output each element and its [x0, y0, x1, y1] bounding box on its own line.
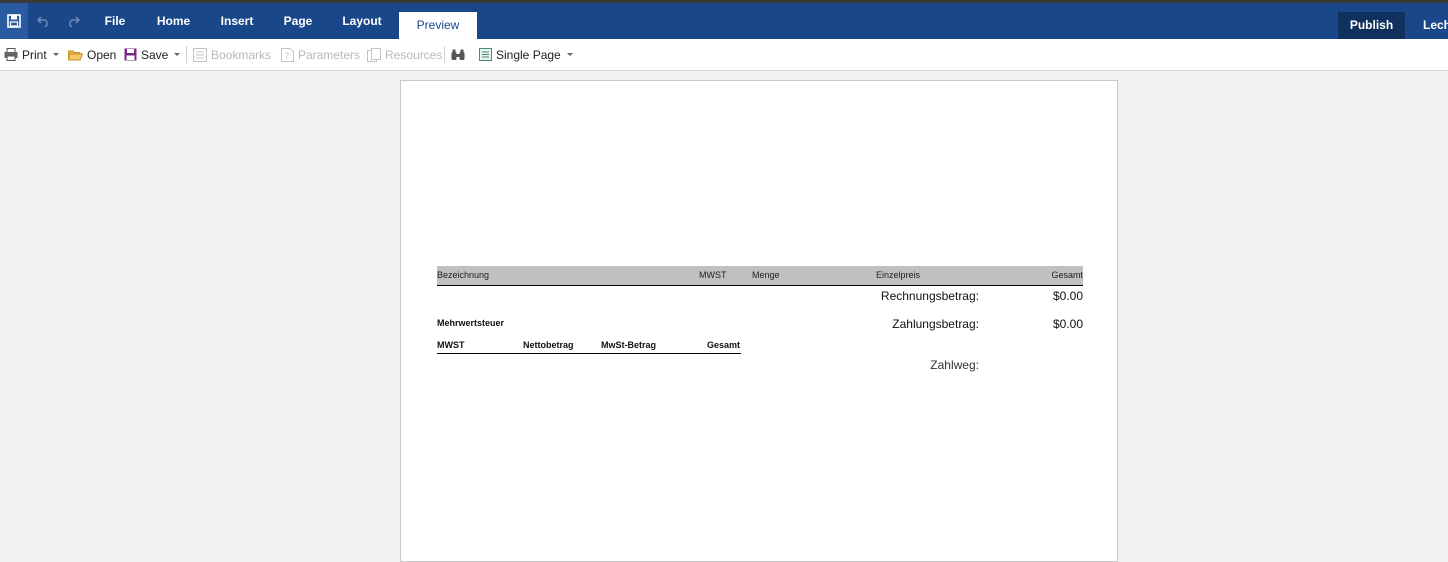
redo-icon[interactable]	[63, 3, 83, 39]
tab-insert[interactable]: Insert	[214, 3, 260, 39]
toolbar-separator	[186, 46, 187, 63]
folder-icon	[68, 50, 83, 60]
svg-text:?: ?	[285, 52, 290, 62]
publish-button[interactable]: Publish	[1338, 12, 1405, 39]
resources-button[interactable]: Resources	[367, 39, 442, 70]
open-button[interactable]: Open	[68, 39, 116, 70]
bookmarks-button[interactable]: Bookmarks	[193, 39, 271, 70]
undo-icon[interactable]	[34, 3, 54, 39]
single-page-icon	[479, 48, 492, 61]
print-button[interactable]: Print	[4, 39, 59, 70]
tab-page[interactable]: Page	[278, 3, 318, 39]
tab-preview[interactable]: Preview	[399, 12, 477, 39]
resources-icon	[367, 47, 381, 62]
vat-section-title: Mehrwertsteuer	[437, 318, 505, 328]
zahlungsbetrag-value: $0.00	[1052, 317, 1083, 331]
tab-layout[interactable]: Layout	[337, 3, 387, 39]
view-mode-dropdown[interactable]: Single Page	[479, 39, 573, 70]
find-button[interactable]	[451, 39, 469, 70]
vat-column-netto: Nettobetrag	[523, 340, 574, 350]
bookmarks-label: Bookmarks	[211, 47, 272, 62]
vat-column-gesamt: Gesamt	[707, 340, 741, 350]
column-bezeichnung: Bezeichnung	[437, 270, 490, 280]
parameters-label: Parameters	[298, 47, 361, 62]
rechnungsbetrag-value: $0.00	[1052, 289, 1083, 303]
save-button[interactable]: Save	[124, 39, 181, 70]
vat-header-rule	[437, 353, 741, 354]
tab-file[interactable]: File	[96, 3, 134, 39]
column-einzelpreis: Einzelpreis	[876, 270, 921, 280]
floppy-icon	[124, 48, 137, 61]
vat-column-mwst-betrag: MwSt-Betrag	[601, 340, 657, 350]
parameters-button[interactable]: ? Parameters	[281, 39, 360, 70]
zahlungsbetrag-label: Zahlungsbetrag:	[892, 317, 979, 331]
parameters-icon: ?	[281, 47, 294, 62]
tab-home[interactable]: Home	[151, 3, 196, 39]
chevron-down-icon	[174, 53, 181, 56]
ribbon-bar: File Home Insert Page Layout Preview Pub…	[0, 3, 1448, 39]
vat-column-mwst: MWST	[437, 340, 465, 350]
rechnungsbetrag-label: Rechnungsbetrag:	[880, 289, 979, 303]
column-menge: Menge	[752, 270, 780, 280]
open-label: Open	[87, 47, 117, 62]
user-menu[interactable]: Lech	[1423, 12, 1448, 39]
column-mwst: MWST	[699, 270, 727, 280]
chevron-down-icon	[52, 53, 59, 56]
printer-icon	[4, 48, 18, 61]
save-icon[interactable]	[0, 3, 28, 39]
binoculars-icon	[451, 49, 465, 60]
bookmarks-icon	[193, 47, 207, 62]
save-label: Save	[141, 47, 169, 62]
column-gesamt: Gesamt	[1051, 270, 1083, 280]
print-label: Print	[22, 47, 47, 62]
preview-toolbar: Print Open Save Bookmarks ? Parameters R…	[0, 39, 1448, 71]
report-page: Bezeichnung MWST Menge Einzelpreis Gesam…	[400, 80, 1118, 562]
chevron-down-icon	[566, 53, 573, 56]
zahlweg-label: Zahlweg:	[930, 358, 979, 372]
resources-label: Resources	[385, 47, 443, 62]
toolbar-separator	[444, 46, 445, 63]
view-mode-label: Single Page	[496, 47, 561, 62]
